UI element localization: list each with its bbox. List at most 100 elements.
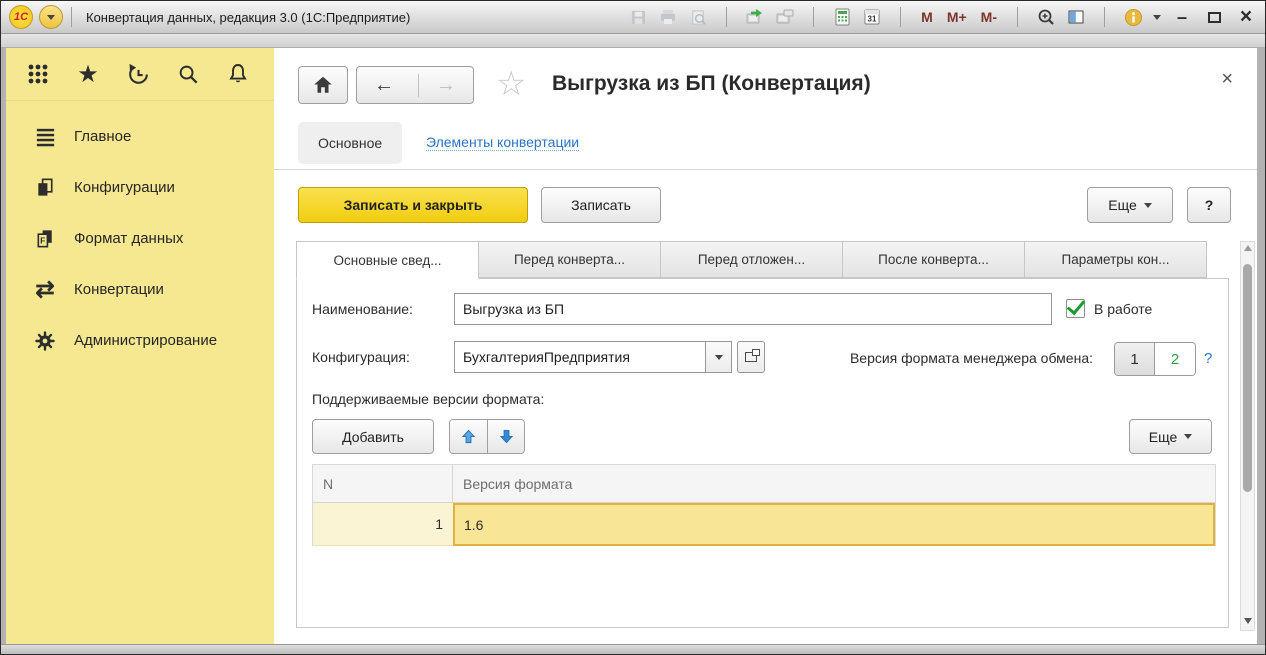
column-header-version[interactable]: Версия формата [453,465,1215,502]
configuration-input[interactable] [454,341,706,373]
tab-content-basic-info: Наименование: В работе Конфигурация: Вер… [296,278,1229,628]
save-icon[interactable] [628,7,648,27]
divider [813,7,814,27]
info-icon[interactable] [1123,7,1143,27]
print-preview-icon[interactable] [688,7,708,27]
sidebar-item-configurations[interactable]: Конфигурации [6,162,274,213]
favorites-star-icon[interactable] [74,60,102,88]
application-window: 1С Конвертация данных, редакция 3.0 (1С:… [0,0,1266,655]
arrow-up-icon [461,429,476,444]
search-icon[interactable] [174,60,202,88]
zoom-icon[interactable] [1036,7,1056,27]
title-bar: 1С Конвертация данных, редакция 3.0 (1С:… [1,1,1265,34]
save-and-close-button[interactable]: Записать и закрыть [298,187,528,223]
dropdown-arrow-icon [1144,203,1152,208]
home-button[interactable] [298,66,348,104]
chevron-down-icon [47,15,55,20]
calendar-icon[interactable]: 31 [862,7,882,27]
svg-text:31: 31 [868,15,877,24]
calculator-icon[interactable] [832,7,852,27]
name-input[interactable] [454,293,1052,325]
history-nav-group [356,66,474,104]
back-arrow-icon [374,74,394,97]
toolbar-strip [1,34,1265,48]
form-panel: Выгрузка из БП (Конвертация) Основное Эл… [274,48,1257,644]
manager-version-toggle: 1 2 [1114,342,1196,376]
more-label: Еще [1149,429,1178,445]
memory-recall-button[interactable]: M [919,9,935,25]
scroll-up-icon[interactable] [1244,245,1252,251]
scroll-down-icon[interactable] [1244,618,1252,624]
tab-before-deferred[interactable]: Перед отложен... [660,241,843,278]
memory-add-button[interactable]: M+ [945,9,969,25]
page-title: Выгрузка из БП (Конвертация) [552,72,871,96]
version-help-link[interactable]: ? [1204,350,1212,367]
reorder-buttons-group [449,419,525,454]
chevron-down-icon[interactable] [1153,15,1161,20]
column-header-n[interactable]: N [313,465,453,502]
tab-before-conversion[interactable]: Перед конверта... [478,241,661,278]
tab-after-conversion[interactable]: После конверта... [842,241,1025,278]
more-button[interactable]: Еще [1087,187,1173,223]
nav-link-conversion-elements[interactable]: Элементы конвертации [426,134,579,151]
status-bar [1,644,1265,654]
sidebar: Главное Конфигурации F Формат данных [6,48,274,644]
sidebar-item-label: Главное [74,128,131,145]
svg-text:F: F [40,236,45,246]
minimize-icon [1177,7,1187,28]
move-up-button[interactable] [450,420,487,453]
sidebar-item-label: Администрирование [74,332,217,349]
format-version-cell[interactable]: 1.6 [453,503,1215,546]
add-button[interactable]: Добавить [312,419,434,454]
table-row[interactable]: 1 1.6 [313,503,1215,546]
split-view-icon[interactable] [1066,7,1086,27]
history-icon[interactable] [124,60,152,88]
sidebar-item-label: Конфигурации [74,179,175,196]
forward-button[interactable] [418,74,473,97]
in-work-checkbox[interactable] [1066,299,1085,318]
sidebar-item-label: Конвертации [74,281,164,298]
help-button[interactable]: ? [1187,187,1231,223]
supported-versions-label: Поддерживаемые версии формата: [312,391,544,407]
sidebar-item-administration[interactable]: Администрирование [6,315,274,366]
apps-grid-icon[interactable] [24,60,52,88]
divider [274,169,1257,170]
versions-more-button[interactable]: Еще [1129,419,1212,454]
app-logo: 1С [9,5,33,29]
sidebar-item-main[interactable]: Главное [6,111,274,162]
favorite-star-icon[interactable] [496,64,526,104]
maximize-button[interactable] [1203,7,1225,27]
table-header-row: N Версия формата [313,465,1215,503]
forward-arrow-icon [436,74,456,97]
sidebar-item-data-format[interactable]: F Формат данных [6,213,274,264]
vertical-scrollbar[interactable] [1240,241,1255,631]
export-icon[interactable] [745,7,765,27]
arrow-down-icon [499,429,514,444]
form-close-button[interactable] [1221,68,1233,91]
version-option-1[interactable]: 1 [1115,343,1155,375]
minimize-button[interactable] [1171,7,1193,27]
row-number-cell: 1 [313,503,453,546]
divider [900,7,901,27]
maximize-icon [1208,12,1221,23]
configuration-field-label: Конфигурация: [312,341,410,373]
nav-tab-main[interactable]: Основное [298,122,402,164]
save-button[interactable]: Записать [541,187,661,223]
scrollbar-thumb[interactable] [1243,264,1252,492]
tab-basic-info[interactable]: Основные свед... [296,241,479,279]
swap-arrows-icon [32,277,58,303]
move-down-button[interactable] [487,420,524,453]
close-icon [1240,5,1252,29]
print-icon[interactable] [658,7,678,27]
tab-strip: Основные свед... Перед конверта... Перед… [296,241,1206,279]
tab-conversion-parameters[interactable]: Параметры кон... [1024,241,1207,278]
back-button[interactable] [357,74,411,97]
gear-icon [32,328,58,354]
close-button[interactable] [1235,7,1257,27]
version-option-2[interactable]: 2 [1155,343,1195,375]
memory-subtract-button[interactable]: M- [979,9,999,25]
main-menu-button[interactable] [39,5,63,29]
notifications-bell-icon[interactable] [224,60,252,88]
import-icon[interactable] [775,7,795,27]
sidebar-item-conversions[interactable]: Конвертации [6,264,274,315]
